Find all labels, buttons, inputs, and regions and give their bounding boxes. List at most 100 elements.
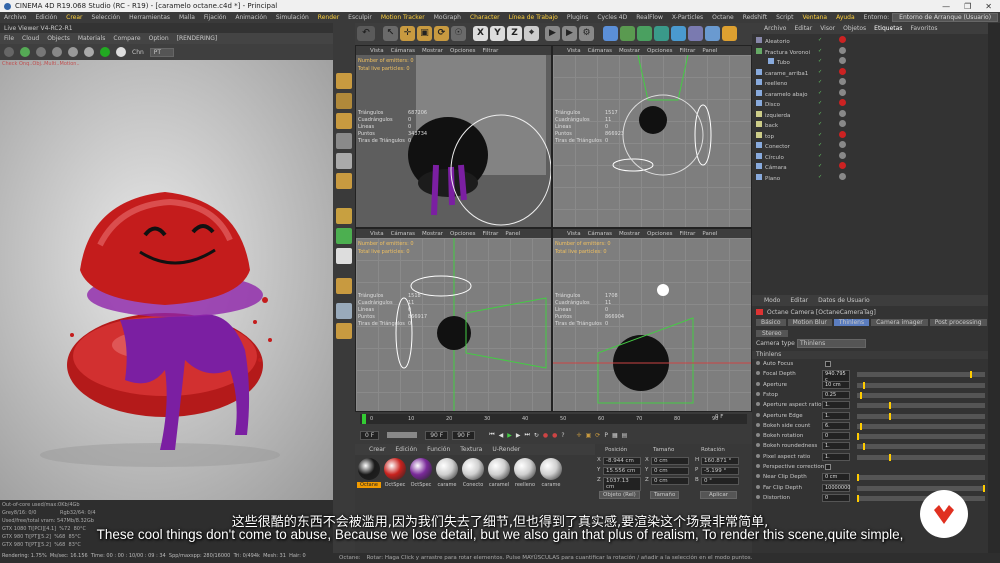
go-start-icon[interactable]: ⏮ bbox=[489, 431, 494, 439]
menu-item[interactable]: Selección bbox=[92, 14, 121, 21]
material-tag-icon[interactable] bbox=[839, 99, 846, 106]
vp-menu-filter[interactable]: Filtrar bbox=[483, 48, 499, 54]
render-settings-icon[interactable]: ⚙ bbox=[579, 26, 594, 41]
workplane-tool-icon[interactable] bbox=[336, 323, 352, 339]
camera-type-select[interactable]: Thinlens bbox=[797, 339, 867, 348]
loop-icon[interactable]: ↻ bbox=[534, 432, 539, 439]
coord-mode-select[interactable]: Objeto (Rel) bbox=[599, 491, 640, 499]
mat-menu-urender[interactable]: U-Render bbox=[492, 446, 520, 453]
menu-item[interactable]: Archivo bbox=[4, 14, 26, 21]
material-tag-icon[interactable] bbox=[839, 172, 846, 180]
cube-object-icon[interactable] bbox=[603, 26, 618, 41]
material-tag-icon[interactable] bbox=[839, 141, 846, 148]
vp-menu-display[interactable]: Mostrar bbox=[422, 231, 443, 237]
rotation-field[interactable]: 160.871 ° bbox=[701, 457, 739, 465]
menu-item[interactable]: Línea de Trabajo bbox=[509, 14, 558, 21]
param-slider[interactable] bbox=[857, 391, 985, 399]
material-swatch[interactable] bbox=[384, 458, 406, 480]
pause-icon[interactable] bbox=[36, 47, 46, 57]
viewport-front[interactable]: Vista Cámaras Mostrar Opciones Filtrar P… bbox=[552, 228, 752, 412]
obj-menu-favorites[interactable]: Favoritos bbox=[910, 25, 937, 32]
visibility-check-icon[interactable]: ✓ bbox=[818, 132, 822, 138]
mat-menu-create[interactable]: Crear bbox=[369, 446, 385, 453]
object-row[interactable]: Disco bbox=[756, 100, 780, 108]
object-row[interactable]: Aleatorio bbox=[756, 37, 790, 45]
attr-tab[interactable]: Camera imager bbox=[871, 319, 928, 326]
vp-menu-options[interactable]: Opciones bbox=[450, 231, 475, 237]
lv-menu-cloud[interactable]: Cloud bbox=[22, 35, 39, 42]
move-key-icon[interactable]: ✛ bbox=[577, 432, 582, 439]
obj-menu-view[interactable]: Visor bbox=[820, 25, 835, 32]
material-swatch[interactable] bbox=[540, 458, 562, 480]
timeline-ruler[interactable]: 0 10 20 30 40 50 60 70 80 90 bbox=[360, 414, 747, 424]
visibility-check-icon[interactable]: ✓ bbox=[818, 37, 822, 43]
film-icon[interactable]: ▤ bbox=[622, 432, 628, 439]
param-value-field[interactable]: 0.25 bbox=[822, 390, 850, 399]
nurbs-icon[interactable] bbox=[637, 26, 652, 41]
object-row[interactable]: Tubo bbox=[768, 58, 790, 66]
material-tag-icon[interactable] bbox=[839, 67, 846, 75]
object-row[interactable]: reelleno bbox=[756, 79, 787, 87]
position-field[interactable]: -8.944 cm bbox=[603, 457, 641, 465]
object-row[interactable]: Círculo bbox=[756, 152, 784, 161]
material-tag-icon[interactable] bbox=[839, 57, 846, 64]
visibility-check-icon[interactable]: ✓ bbox=[818, 58, 822, 64]
close-button[interactable]: ✕ bbox=[985, 2, 992, 11]
visibility-check-icon[interactable]: ✓ bbox=[818, 153, 822, 159]
object-row[interactable]: top bbox=[756, 131, 774, 140]
param-slider[interactable] bbox=[857, 422, 985, 430]
visibility-check-icon[interactable]: ✓ bbox=[818, 121, 822, 127]
param-slider[interactable] bbox=[857, 381, 985, 389]
visibility-check-icon[interactable]: ✓ bbox=[818, 163, 822, 169]
menu-item[interactable]: Herramientas bbox=[129, 14, 170, 21]
restart-icon[interactable] bbox=[20, 47, 30, 57]
param-slider[interactable] bbox=[857, 371, 985, 379]
visibility-check-icon[interactable]: ✓ bbox=[818, 100, 822, 106]
visibility-check-icon[interactable]: ✓ bbox=[818, 142, 822, 148]
size-field[interactable]: 0 cm bbox=[651, 467, 689, 475]
vp-menu-cameras[interactable]: Cámaras bbox=[588, 48, 612, 54]
lv-menu-file[interactable]: File bbox=[4, 35, 14, 42]
snap-tool-icon[interactable] bbox=[336, 228, 352, 244]
magnet-tool-icon[interactable] bbox=[336, 278, 352, 294]
material-swatch[interactable] bbox=[358, 458, 380, 480]
material-tag-icon[interactable] bbox=[839, 162, 846, 169]
render-picture-icon[interactable]: ▶ bbox=[562, 26, 577, 41]
env-select[interactable]: Entorno de Arranque (Usuario) bbox=[892, 13, 999, 22]
rotate-key-icon[interactable]: ⟳ bbox=[595, 432, 600, 439]
axis-z-button[interactable]: Z bbox=[507, 26, 522, 41]
param-slider[interactable] bbox=[857, 402, 985, 410]
menu-item[interactable]: Crear bbox=[66, 14, 82, 21]
rotation-field[interactable]: 0 ° bbox=[701, 477, 739, 485]
region-icon[interactable] bbox=[68, 47, 78, 57]
rotate-icon[interactable]: ⟳ bbox=[434, 26, 449, 41]
send-scene-icon[interactable] bbox=[4, 47, 14, 57]
vp-menu-options[interactable]: Opciones bbox=[647, 231, 672, 237]
menu-item[interactable]: Octane bbox=[712, 14, 734, 21]
pen-icon[interactable] bbox=[620, 26, 635, 41]
light-icon[interactable] bbox=[722, 26, 737, 41]
param-value-field[interactable]: 0 bbox=[822, 432, 850, 441]
menu-item[interactable]: Animación bbox=[235, 14, 267, 21]
vp-menu-cameras[interactable]: Cámaras bbox=[391, 48, 415, 54]
move-icon[interactable]: ✛ bbox=[400, 26, 415, 41]
rotation-field[interactable]: -5.199 ° bbox=[701, 467, 739, 475]
visibility-check-icon[interactable]: ✓ bbox=[818, 174, 822, 180]
param-slider[interactable] bbox=[857, 453, 985, 461]
vp-menu-options[interactable]: Opciones bbox=[647, 48, 672, 54]
vp-menu-view[interactable]: Vista bbox=[567, 231, 581, 237]
visibility-check-icon[interactable]: ✓ bbox=[818, 111, 822, 117]
visibility-check-icon[interactable]: ✓ bbox=[818, 79, 822, 85]
viewport-perspective[interactable]: Vista Cámaras Mostrar Opciones Filtrar N… bbox=[355, 45, 552, 228]
attr-menu-userdata[interactable]: Datos de Usuario bbox=[818, 297, 870, 304]
end-frame-field[interactable]: 90 F bbox=[452, 430, 476, 440]
camera-icon[interactable] bbox=[705, 26, 720, 41]
lv-menu-options[interactable]: Option bbox=[149, 35, 169, 42]
playhead[interactable] bbox=[362, 414, 366, 424]
lv-menu-compare[interactable]: Compare bbox=[113, 35, 140, 42]
menu-item[interactable]: Simulación bbox=[276, 14, 309, 21]
size-field[interactable]: 0 cm bbox=[651, 457, 689, 465]
material-tag-icon[interactable] bbox=[839, 120, 846, 127]
grid-tool-icon[interactable] bbox=[336, 133, 352, 149]
vp-menu-view[interactable]: Vista bbox=[370, 231, 384, 237]
